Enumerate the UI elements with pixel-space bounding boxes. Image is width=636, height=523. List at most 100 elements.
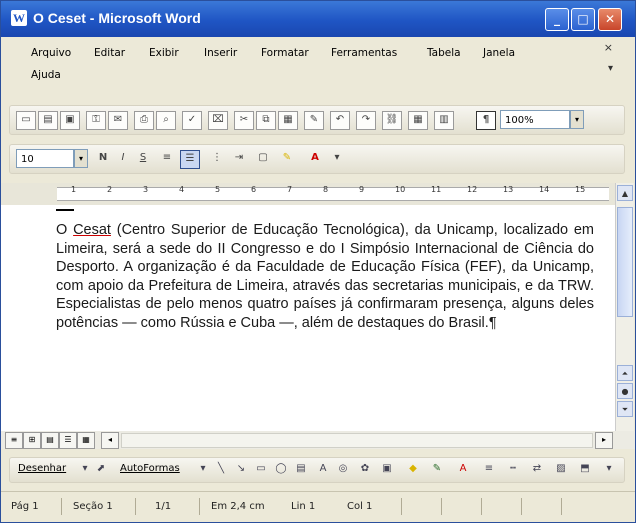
ruler-tick: 3 — [143, 185, 149, 194]
chevron-down-icon[interactable]: ▾ — [196, 462, 210, 476]
outline-view-icon[interactable]: ☰ — [59, 432, 77, 449]
menu-inserir[interactable]: Inserir — [204, 47, 237, 59]
scroll-left-icon[interactable]: ◂ — [101, 432, 119, 449]
research-icon[interactable]: ⌧ — [208, 111, 228, 130]
reading-view-icon[interactable]: ▦ — [77, 432, 95, 449]
hyperlink-icon[interactable]: ⛓ — [382, 111, 402, 130]
print-icon[interactable]: ⎙ — [134, 111, 154, 130]
print-preview-icon[interactable]: ⌕ — [156, 111, 176, 130]
select-objects-icon[interactable]: ⬈ — [94, 462, 108, 476]
zoom-dropdown[interactable]: ▾ — [570, 110, 584, 129]
arrow-style-icon[interactable]: ⇄ — [530, 462, 544, 476]
align-left-icon[interactable]: ≡ — [158, 150, 176, 167]
undo-icon[interactable]: ↶ — [330, 111, 350, 130]
print-view-icon[interactable]: ▤ — [41, 432, 59, 449]
status-bar: Pág 1 Seção 1 1/1 Em 2,4 cm Lin 1 Col 1 — [1, 491, 635, 522]
clipart-icon[interactable]: ✿ — [358, 462, 372, 476]
underline-button[interactable]: S — [134, 150, 152, 167]
menu-tabela[interactable]: Tabela — [427, 47, 461, 59]
table-icon[interactable]: ▦ — [408, 111, 428, 130]
scroll-up-icon[interactable]: ▲ — [617, 185, 633, 201]
cut-icon[interactable]: ✂ — [234, 111, 254, 130]
permission-icon[interactable]: ⚿ — [86, 111, 106, 130]
email-icon[interactable]: ✉ — [108, 111, 128, 130]
numbering-icon[interactable]: ⋮ — [208, 150, 226, 167]
document-page[interactable]: O Cesat (Centro Superior de Educação Tec… — [1, 205, 615, 431]
status-divider — [561, 498, 562, 515]
word-window: W O Ceset - Microsoft Word _ □ ✕ Arquivo… — [0, 0, 636, 523]
redo-icon[interactable]: ↷ — [356, 111, 376, 130]
menu-editar[interactable]: Editar — [94, 47, 125, 59]
arrow-icon[interactable]: ↘ — [234, 462, 248, 476]
diagram-icon[interactable]: ◎ — [336, 462, 350, 476]
paste-icon[interactable]: ▦ — [278, 111, 298, 130]
wordart-icon[interactable]: A — [316, 462, 330, 476]
horizontal-scrollbar[interactable]: ≡ ⊞ ▤ ☰ ▦ ◂ ▸ — [1, 431, 635, 449]
status-position: Em 2,4 cm — [211, 501, 265, 512]
document-text[interactable]: O Cesat (Centro Superior de Educação Tec… — [56, 221, 594, 332]
open-icon[interactable]: ▤ — [38, 111, 58, 130]
autoshapes-menu[interactable]: AutoFormas — [120, 463, 180, 474]
formatting-toolbar: 10 ▾ N I S ≡ ☰ ⋮ ⇥ ▢ ✎ A ▾ — [9, 144, 625, 174]
maximize-button[interactable]: □ — [571, 8, 595, 31]
menu-ferramentas[interactable]: Ferramentas — [331, 47, 397, 59]
chevron-down-icon[interactable]: ▾ — [78, 462, 92, 476]
line-icon[interactable]: ╲ — [214, 462, 228, 476]
justify-icon[interactable]: ☰ — [180, 150, 200, 169]
window-title: O Ceset - Microsoft Word — [33, 10, 201, 26]
browse-object-icon[interactable]: ● — [617, 383, 633, 399]
previous-page-icon[interactable]: ⏶ — [617, 365, 633, 381]
next-page-icon[interactable]: ⏷ — [617, 401, 633, 417]
scroll-thumb[interactable] — [617, 207, 633, 317]
spelling-error-word[interactable]: Cesat — [73, 222, 111, 238]
close-button[interactable]: ✕ — [598, 8, 622, 31]
minimize-button[interactable]: _ — [545, 8, 569, 31]
line-style-icon[interactable]: ≡ — [482, 462, 496, 476]
fill-color-icon[interactable]: ◆ — [406, 462, 420, 476]
font-size-field[interactable]: 10 — [16, 149, 74, 168]
draw-menu[interactable]: Desenhar — [18, 463, 66, 474]
web-view-icon[interactable]: ⊞ — [23, 432, 41, 449]
highlight-icon[interactable]: ✎ — [278, 150, 296, 167]
chevron-down-icon[interactable]: ▾ — [602, 462, 616, 476]
oval-icon[interactable]: ◯ — [274, 462, 288, 476]
show-hide-marks-button[interactable]: ¶ — [476, 111, 496, 130]
border-icon[interactable]: ▢ — [254, 150, 272, 167]
close-document-icon[interactable]: × — [604, 41, 613, 54]
title-bar[interactable]: W O Ceset - Microsoft Word _ □ ✕ — [1, 1, 635, 37]
ruler-tick: 8 — [323, 185, 329, 194]
copy-icon[interactable]: ⧉ — [256, 111, 276, 130]
menu-formatar[interactable]: Formatar — [261, 47, 309, 59]
new-document-icon[interactable]: ▭ — [16, 111, 36, 130]
menu-exibir[interactable]: Exibir — [149, 47, 179, 59]
shadow-icon[interactable]: ▨ — [554, 462, 568, 476]
rectangle-icon[interactable]: ▭ — [254, 462, 268, 476]
font-color-icon[interactable]: A — [306, 150, 324, 167]
menu-ajuda[interactable]: Ajuda — [31, 69, 61, 81]
horizontal-scroll-track[interactable] — [121, 433, 593, 448]
chevron-down-icon[interactable]: ▾ — [608, 63, 613, 74]
indent-icon[interactable]: ⇥ — [230, 150, 248, 167]
line-color-icon[interactable]: ✎ — [430, 462, 444, 476]
normal-view-icon[interactable]: ≡ — [5, 432, 23, 449]
picture-icon[interactable]: ▣ — [380, 462, 394, 476]
spelling-icon[interactable]: ✓ — [182, 111, 202, 130]
menu-arquivo[interactable]: Arquivo — [31, 47, 71, 59]
word-icon[interactable]: W — [11, 10, 27, 26]
horizontal-ruler[interactable]: 1 2 3 4 5 6 7 8 9 10 11 12 13 14 15 — [1, 183, 635, 205]
dash-style-icon[interactable]: ┅ — [506, 462, 520, 476]
3d-icon[interactable]: ⬒ — [578, 462, 592, 476]
columns-icon[interactable]: ▥ — [434, 111, 454, 130]
menu-janela[interactable]: Janela — [483, 47, 515, 59]
textbox-icon[interactable]: ▤ — [294, 462, 308, 476]
italic-button[interactable]: I — [114, 150, 132, 167]
scroll-right-icon[interactable]: ▸ — [595, 432, 613, 449]
zoom-field[interactable]: 100% — [500, 110, 570, 129]
chevron-down-icon[interactable]: ▾ — [328, 150, 346, 167]
font-size-dropdown[interactable]: ▾ — [74, 149, 88, 168]
font-color-icon[interactable]: A — [456, 462, 470, 476]
format-painter-icon[interactable]: ✎ — [304, 111, 324, 130]
bold-button[interactable]: N — [94, 150, 112, 167]
vertical-scrollbar[interactable]: ▲ ⏶ ● ⏷ — [615, 183, 634, 431]
save-icon[interactable]: ▣ — [60, 111, 80, 130]
